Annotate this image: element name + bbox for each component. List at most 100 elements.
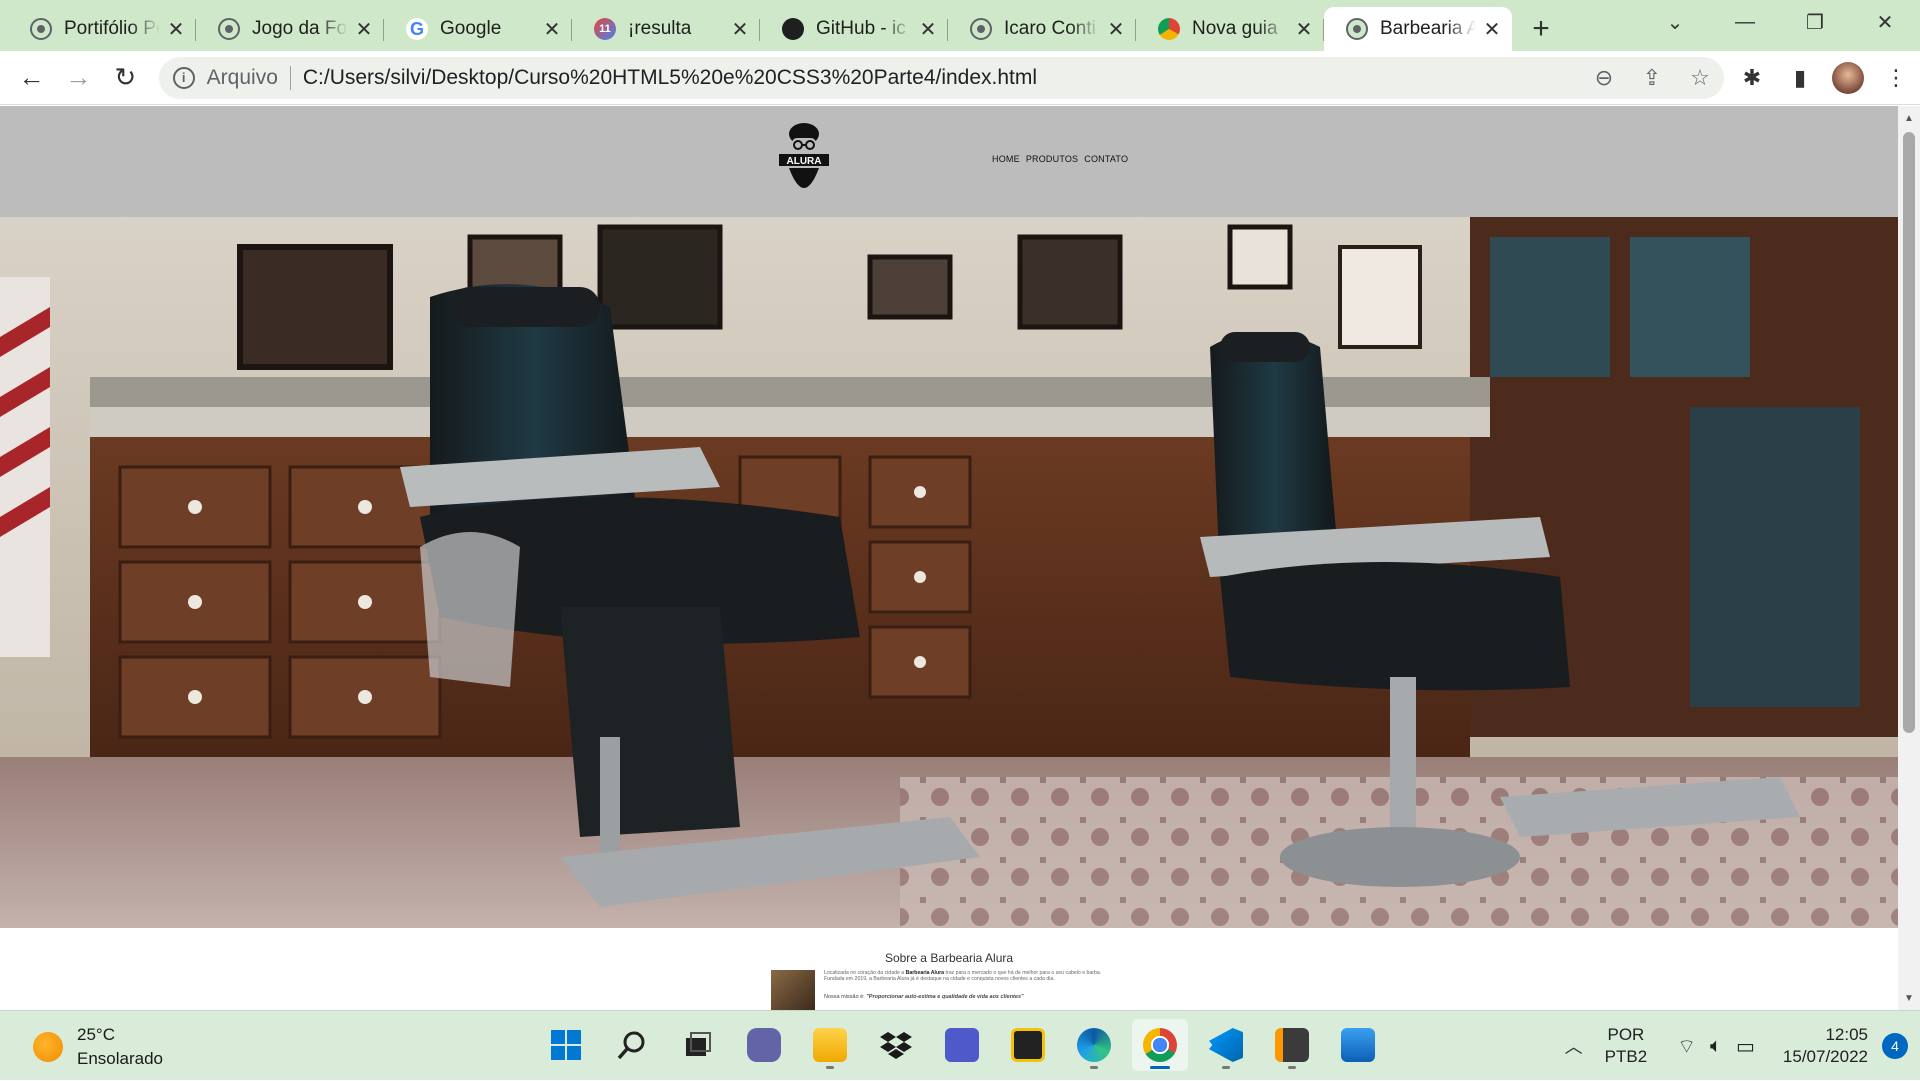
tab-barbearia[interactable]: Barbearia A ✕ [1324, 7, 1512, 51]
tab-resultado[interactable]: 11 ¡resulta ✕ [572, 7, 760, 51]
close-window-icon[interactable]: ✕ [1850, 0, 1920, 44]
volume-icon[interactable]: 🔈︎ [1710, 1035, 1722, 1058]
close-tab-icon[interactable]: ✕ [1294, 17, 1314, 42]
bookmark-star-icon[interactable]: ☆ [1676, 57, 1724, 99]
globe-icon [970, 18, 992, 40]
close-tab-icon[interactable]: ✕ [1106, 17, 1126, 42]
info-icon[interactable]: i [172, 66, 195, 89]
teams-chat-app[interactable] [736, 1019, 792, 1071]
restore-icon[interactable]: ❐ [1780, 0, 1850, 44]
about-paragraph: Localizada no coração da cidade a Barbea… [824, 970, 1120, 982]
github-icon [782, 18, 804, 40]
chrome-icon [1158, 18, 1180, 40]
about-text-start: Localizada no coração da cidade a [824, 970, 906, 976]
nav-produtos[interactable]: PRODUTOS [1026, 154, 1078, 164]
tab-title: GitHub - ic [816, 18, 912, 40]
about-title: Sobre a Barbearia Alura [884, 951, 1014, 965]
globe-icon [30, 18, 52, 40]
forward-icon[interactable]: → [55, 54, 102, 102]
nav-contato[interactable]: CONTATO [1084, 154, 1128, 164]
avatar [1832, 61, 1864, 94]
search-button[interactable] [604, 1019, 660, 1071]
close-tab-icon[interactable]: ✕ [918, 17, 938, 42]
clock[interactable]: 12:05 15/07/2022 [1783, 1024, 1868, 1068]
tab-nova-guia[interactable]: Nova guia ✕ [1136, 7, 1324, 51]
sublime-app[interactable] [1264, 1019, 1320, 1071]
edge-icon [1077, 1028, 1111, 1062]
todo-app[interactable] [1000, 1019, 1056, 1071]
tab-icaro[interactable]: Icaro Conti ✕ [948, 7, 1136, 51]
photos-app[interactable] [1330, 1019, 1386, 1071]
scroll-up-icon[interactable]: ▲ [1898, 108, 1920, 128]
tab-search-icon[interactable]: ⌄ [1640, 0, 1710, 44]
scroll-thumb[interactable] [1903, 132, 1915, 733]
file-explorer-app[interactable] [802, 1019, 858, 1071]
reload-icon[interactable]: ↻ [102, 54, 149, 102]
about-section: Sobre a Barbearia Alura Localizada no co… [0, 928, 1898, 1010]
weather-widget[interactable]: 25°C Ensolarado [33, 1023, 163, 1071]
url-text[interactable]: C:/Users/silvi/Desktop/Curso%20HTML5%20e… [303, 66, 1580, 90]
edge-app[interactable] [1066, 1019, 1122, 1071]
close-tab-icon[interactable]: ✕ [166, 17, 186, 42]
new-tab-button[interactable]: + [1518, 7, 1564, 51]
vscode-icon [1209, 1028, 1243, 1062]
tab-github[interactable]: GitHub - ic ✕ [760, 7, 948, 51]
about-text-bold: Barbearia Alura [905, 970, 945, 976]
close-tab-icon[interactable]: ✕ [354, 17, 374, 42]
chat-icon [747, 1028, 781, 1062]
clock-date: 15/07/2022 [1782, 1047, 1868, 1066]
menu-icon[interactable]: ⋮ [1872, 54, 1920, 102]
sun-icon [33, 1032, 63, 1062]
checkmark-icon [1011, 1028, 1045, 1062]
dropbox-app[interactable] [868, 1019, 924, 1071]
globe-icon [218, 18, 240, 40]
chevron-up-icon[interactable]: ︿ [1565, 1033, 1583, 1059]
close-tab-icon[interactable]: ✕ [542, 17, 562, 42]
start-button[interactable] [538, 1019, 594, 1071]
minimize-icon[interactable]: — [1710, 0, 1780, 44]
tab-strip: Portifólio Pe ✕ Jogo da For ✕ G Google ✕… [0, 0, 1920, 51]
scroll-down-icon[interactable]: ▼ [1898, 988, 1920, 1008]
folder-icon [813, 1028, 847, 1062]
zoom-out-icon[interactable]: ⊖ [1580, 57, 1628, 99]
page-viewport: ALURA HOME PRODUTOS CONTATO Sobre a Barb… [0, 106, 1920, 1010]
side-panel-icon[interactable]: ▮ [1776, 54, 1824, 102]
teams-app[interactable] [934, 1019, 990, 1071]
windows-taskbar: 25°C Ensolarado ︿ POR PTB2 ⌔ 🔈︎ ▭ 12:05 … [0, 1010, 1920, 1080]
page-scrollbar[interactable]: ▲ ▼ [1898, 106, 1920, 1010]
clock-time: 12:05 [1825, 1025, 1868, 1044]
dropbox-icon [880, 1032, 912, 1059]
task-view-button[interactable] [670, 1019, 726, 1071]
about-mission: Nossa missão é: "Proporcionar auto-estim… [824, 994, 1024, 1000]
chrome-app[interactable] [1132, 1019, 1188, 1071]
mission-label: Nossa missão é: [824, 994, 867, 1000]
nav-home[interactable]: HOME [992, 154, 1020, 164]
security-chip[interactable]: Arquivo [207, 65, 291, 90]
logo-text: ALURA [787, 156, 822, 167]
address-bar[interactable]: i Arquivo C:/Users/silvi/Desktop/Curso%2… [158, 56, 1724, 99]
tab-title: Jogo da For [252, 18, 348, 40]
barber-logo-icon[interactable]: ALURA [779, 120, 829, 202]
extensions-icon[interactable]: ✱ [1728, 54, 1776, 102]
tab-portifolio[interactable]: Portifólio Pe ✕ [8, 7, 196, 51]
globe-icon [1346, 18, 1368, 40]
wifi-icon[interactable]: ⌔ [1677, 1034, 1696, 1059]
battery-icon[interactable]: ▭ [1736, 1034, 1755, 1059]
back-icon[interactable]: ← [8, 54, 55, 102]
notification-badge[interactable]: 4 [1882, 1033, 1908, 1059]
close-tab-icon[interactable]: ✕ [730, 17, 750, 42]
profile-avatar[interactable] [1824, 54, 1872, 102]
vscode-app[interactable] [1198, 1019, 1254, 1071]
taskbar-apps [538, 1019, 1386, 1071]
share-icon[interactable]: ⇪ [1628, 57, 1676, 99]
system-tray: ︿ POR PTB2 ⌔ 🔈︎ ▭ 12:05 15/07/2022 4 [1565, 1011, 1920, 1081]
site-header: ALURA HOME PRODUTOS CONTATO [0, 106, 1898, 217]
tab-title: Portifólio Pe [64, 18, 160, 40]
tab-jogo[interactable]: Jogo da For ✕ [196, 7, 384, 51]
close-tab-icon[interactable]: ✕ [1482, 17, 1502, 42]
task-view-icon [686, 1032, 711, 1056]
tab-google[interactable]: G Google ✕ [384, 7, 572, 51]
hero-banner-image [0, 217, 1898, 928]
language-indicator[interactable]: POR PTB2 [1605, 1024, 1648, 1068]
site-nav: HOME PRODUTOS CONTATO [992, 154, 1128, 164]
